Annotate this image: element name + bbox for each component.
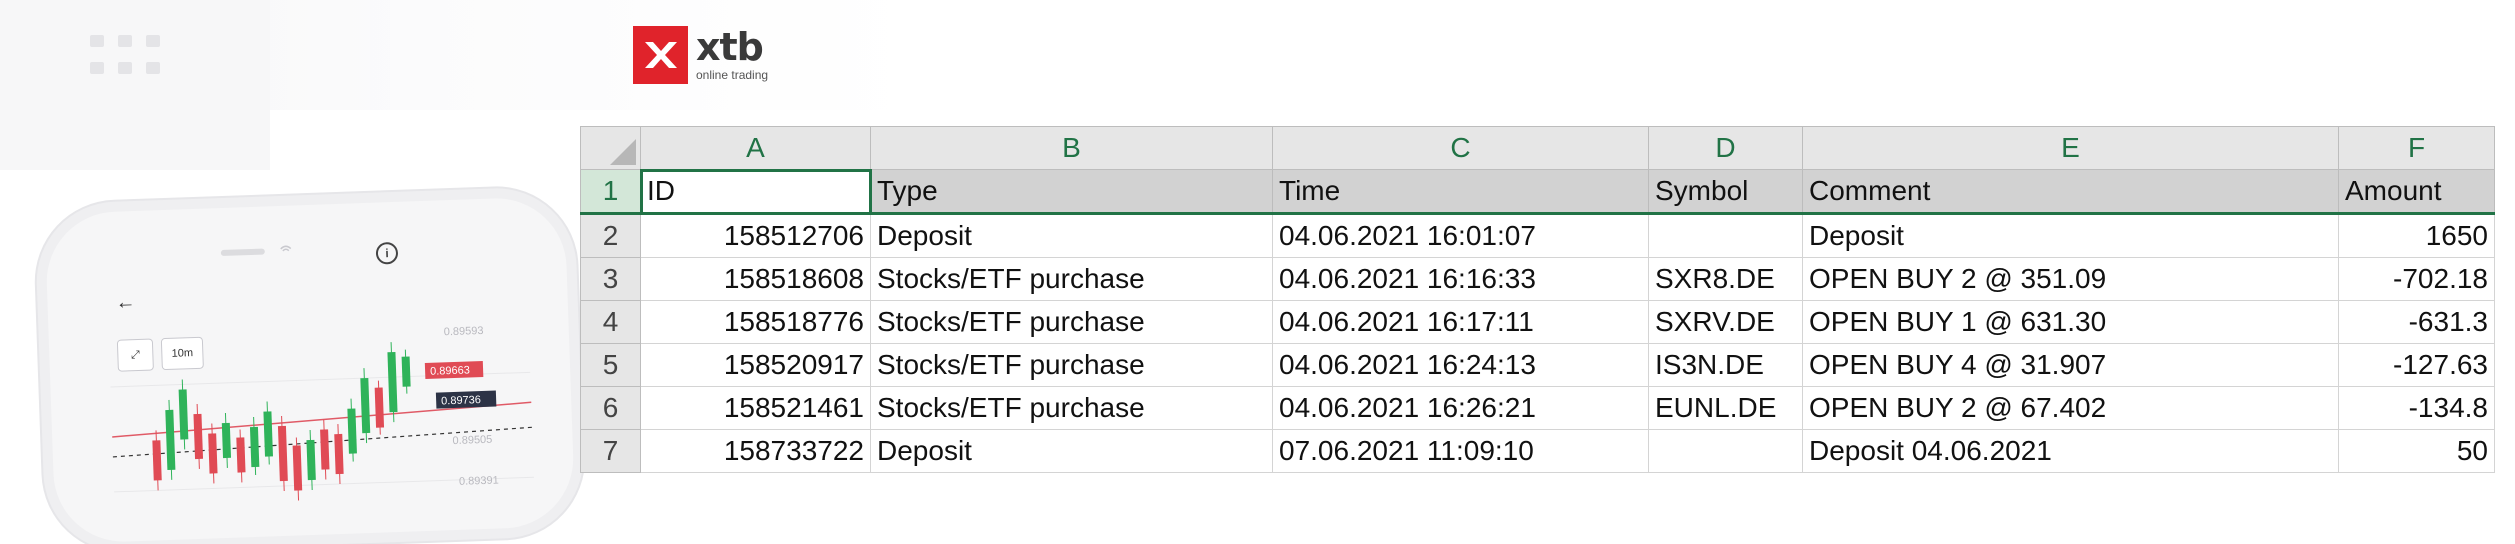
cell-header-symbol[interactable]: Symbol bbox=[1648, 169, 1803, 214]
row-header[interactable]: 2 bbox=[580, 213, 641, 258]
cell-time[interactable]: 04.06.2021 16:01:07 bbox=[1272, 213, 1649, 258]
cell-comment[interactable]: Deposit bbox=[1802, 213, 2339, 258]
cell-header-id[interactable]: ID bbox=[639, 168, 872, 215]
cell-id[interactable]: 158521461 bbox=[640, 386, 871, 430]
cell-symbol[interactable] bbox=[1648, 213, 1803, 258]
column-header-a[interactable]: A bbox=[640, 126, 871, 170]
cell-time[interactable]: 04.06.2021 16:16:33 bbox=[1272, 257, 1649, 301]
spreadsheet: A B C D E F 1 ID Type Time Symbol Commen… bbox=[580, 126, 2500, 476]
cell-header-comment[interactable]: Comment bbox=[1802, 169, 2339, 214]
cell-type[interactable]: Stocks/ETF purchase bbox=[870, 343, 1273, 387]
cell-id[interactable]: 158518776 bbox=[640, 300, 871, 344]
xtb-logo-mark bbox=[633, 26, 688, 84]
table-row: 6 158521461 Stocks/ETF purchase 04.06.20… bbox=[580, 386, 2495, 430]
logo-word: xtb bbox=[696, 25, 764, 69]
cell-symbol[interactable]: IS3N.DE bbox=[1648, 343, 1803, 387]
row-header[interactable]: 7 bbox=[580, 429, 641, 473]
candlestick-chart: 0.89593 0.89663 0.89736 0.89505 0.89391 bbox=[110, 325, 534, 501]
cell-type[interactable]: Stocks/ETF purchase bbox=[870, 386, 1273, 430]
column-header-b[interactable]: B bbox=[870, 126, 1273, 170]
select-all-button[interactable] bbox=[580, 126, 641, 170]
cell-header-type[interactable]: Type bbox=[870, 169, 1273, 214]
phone-illustration: i ← ⤢ 10m 0.89593 0.89663 0.89736 0.8950… bbox=[44, 196, 576, 544]
column-header-row: A B C D E F bbox=[580, 126, 2495, 170]
price-label-marker: 0.89736 bbox=[441, 394, 481, 407]
price-label: 0.89593 bbox=[444, 325, 484, 338]
cell-comment[interactable]: OPEN BUY 4 @ 31.907 bbox=[1802, 343, 2339, 387]
cell-amount[interactable]: -127.63 bbox=[2338, 343, 2495, 387]
price-label: 0.89391 bbox=[459, 474, 499, 487]
cell-type[interactable]: Stocks/ETF purchase bbox=[870, 300, 1273, 344]
xtb-logo: xtb online trading bbox=[633, 25, 768, 85]
cell-comment[interactable]: OPEN BUY 2 @ 67.402 bbox=[1802, 386, 2339, 430]
cell-comment[interactable]: OPEN BUY 1 @ 631.30 bbox=[1802, 300, 2339, 344]
cell-type[interactable]: Deposit bbox=[870, 213, 1273, 258]
price-label-current: 0.89663 bbox=[430, 364, 470, 377]
column-header-f[interactable]: F bbox=[2338, 126, 2495, 170]
cell-symbol[interactable]: SXRV.DE bbox=[1648, 300, 1803, 344]
logo-tagline: online trading bbox=[696, 68, 769, 82]
cell-symbol[interactable]: SXR8.DE bbox=[1648, 257, 1803, 301]
cell-header-amount[interactable]: Amount bbox=[2338, 169, 2495, 214]
spreadsheet-grid: A B C D E F 1 ID Type Time Symbol Commen… bbox=[580, 126, 2495, 473]
background-panel bbox=[0, 0, 270, 170]
cell-symbol[interactable] bbox=[1648, 429, 1803, 473]
cell-time[interactable]: 04.06.2021 16:17:11 bbox=[1272, 300, 1649, 344]
price-label: 0.89505 bbox=[452, 434, 492, 447]
cell-id[interactable]: 158520917 bbox=[640, 343, 871, 387]
column-header-e[interactable]: E bbox=[1802, 126, 2339, 170]
cell-time[interactable]: 04.06.2021 16:24:13 bbox=[1272, 343, 1649, 387]
column-header-d[interactable]: D bbox=[1648, 126, 1803, 170]
table-row: 4 158518776 Stocks/ETF purchase 04.06.20… bbox=[580, 300, 2495, 344]
cell-amount[interactable]: 50 bbox=[2338, 429, 2495, 473]
apps-grid-icon bbox=[90, 35, 160, 77]
cell-type[interactable]: Stocks/ETF purchase bbox=[870, 257, 1273, 301]
row-header[interactable]: 6 bbox=[580, 386, 641, 430]
cell-amount[interactable]: -134.8 bbox=[2338, 386, 2495, 430]
table-row: 3 158518608 Stocks/ETF purchase 04.06.20… bbox=[580, 257, 2495, 301]
cell-symbol[interactable]: EUNL.DE bbox=[1648, 386, 1803, 430]
row-header[interactable]: 1 bbox=[580, 169, 641, 214]
row-header[interactable]: 3 bbox=[580, 257, 641, 301]
table-row: 7 158733722 Deposit 07.06.2021 11:09:10 … bbox=[580, 429, 2495, 473]
cell-amount[interactable]: -702.18 bbox=[2338, 257, 2495, 301]
cell-id[interactable]: 158512706 bbox=[640, 213, 871, 258]
cell-amount[interactable]: 1650 bbox=[2338, 213, 2495, 258]
cell-comment[interactable]: Deposit 04.06.2021 bbox=[1802, 429, 2339, 473]
row-header[interactable]: 4 bbox=[580, 300, 641, 344]
cell-header-time[interactable]: Time bbox=[1272, 169, 1649, 214]
cell-time[interactable]: 04.06.2021 16:26:21 bbox=[1272, 386, 1649, 430]
column-header-c[interactable]: C bbox=[1272, 126, 1649, 170]
cell-amount[interactable]: -631.3 bbox=[2338, 300, 2495, 344]
table-row: 2 158512706 Deposit 04.06.2021 16:01:07 … bbox=[580, 213, 2495, 258]
cell-id[interactable]: 158518608 bbox=[640, 257, 871, 301]
cell-type[interactable]: Deposit bbox=[870, 429, 1273, 473]
cell-id[interactable]: 158733722 bbox=[640, 429, 871, 473]
cell-comment[interactable]: OPEN BUY 2 @ 351.09 bbox=[1802, 257, 2339, 301]
row-header[interactable]: 5 bbox=[580, 343, 641, 387]
cell-time[interactable]: 07.06.2021 11:09:10 bbox=[1272, 429, 1649, 473]
table-header-row: 1 ID Type Time Symbol Comment Amount bbox=[580, 168, 2495, 215]
table-row: 5 158520917 Stocks/ETF purchase 04.06.20… bbox=[580, 343, 2495, 387]
